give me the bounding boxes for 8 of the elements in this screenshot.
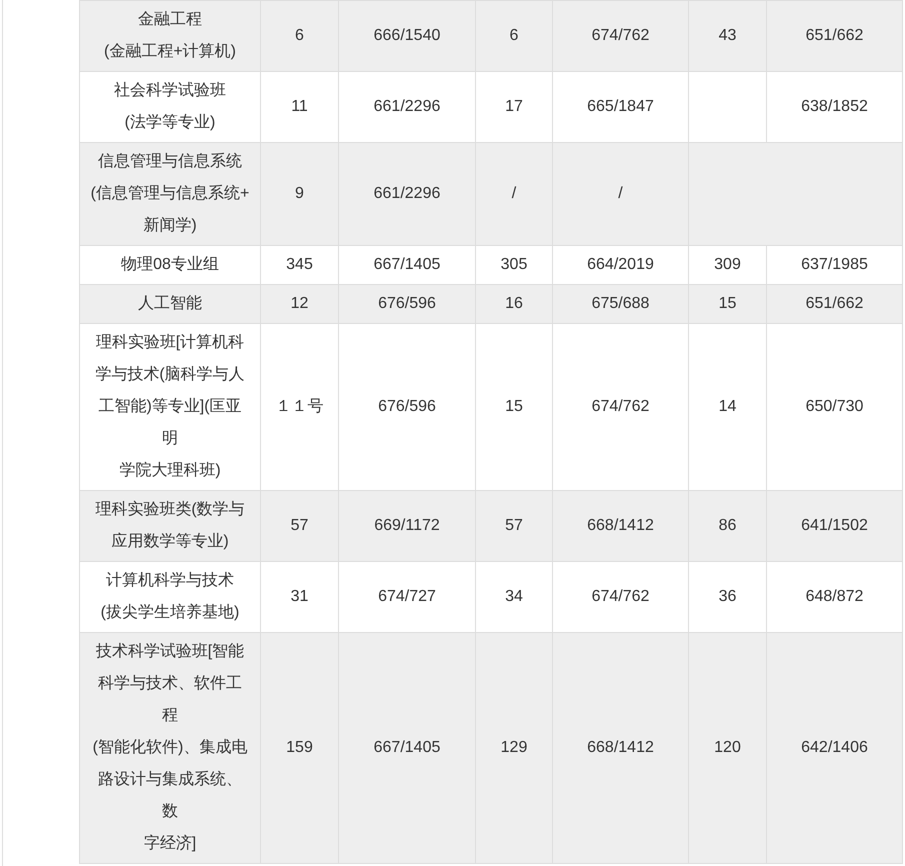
table-cell: 120 <box>688 632 766 864</box>
table-cell: 667/1405 <box>338 632 476 864</box>
table-cell: 金融工程 (金融工程+计算机) <box>80 0 260 72</box>
table-cell: 668/1412 <box>552 632 688 864</box>
table-cell: 技术科学试验班[智能 科学与技术、软件工 程 (智能化软件)、集成电 路设计与集成系统、 数 字经济] <box>80 632 260 864</box>
table-cell: 129 <box>476 632 552 864</box>
table-cell: 642/1406 <box>766 632 902 864</box>
table-cell: 159 <box>260 632 338 864</box>
